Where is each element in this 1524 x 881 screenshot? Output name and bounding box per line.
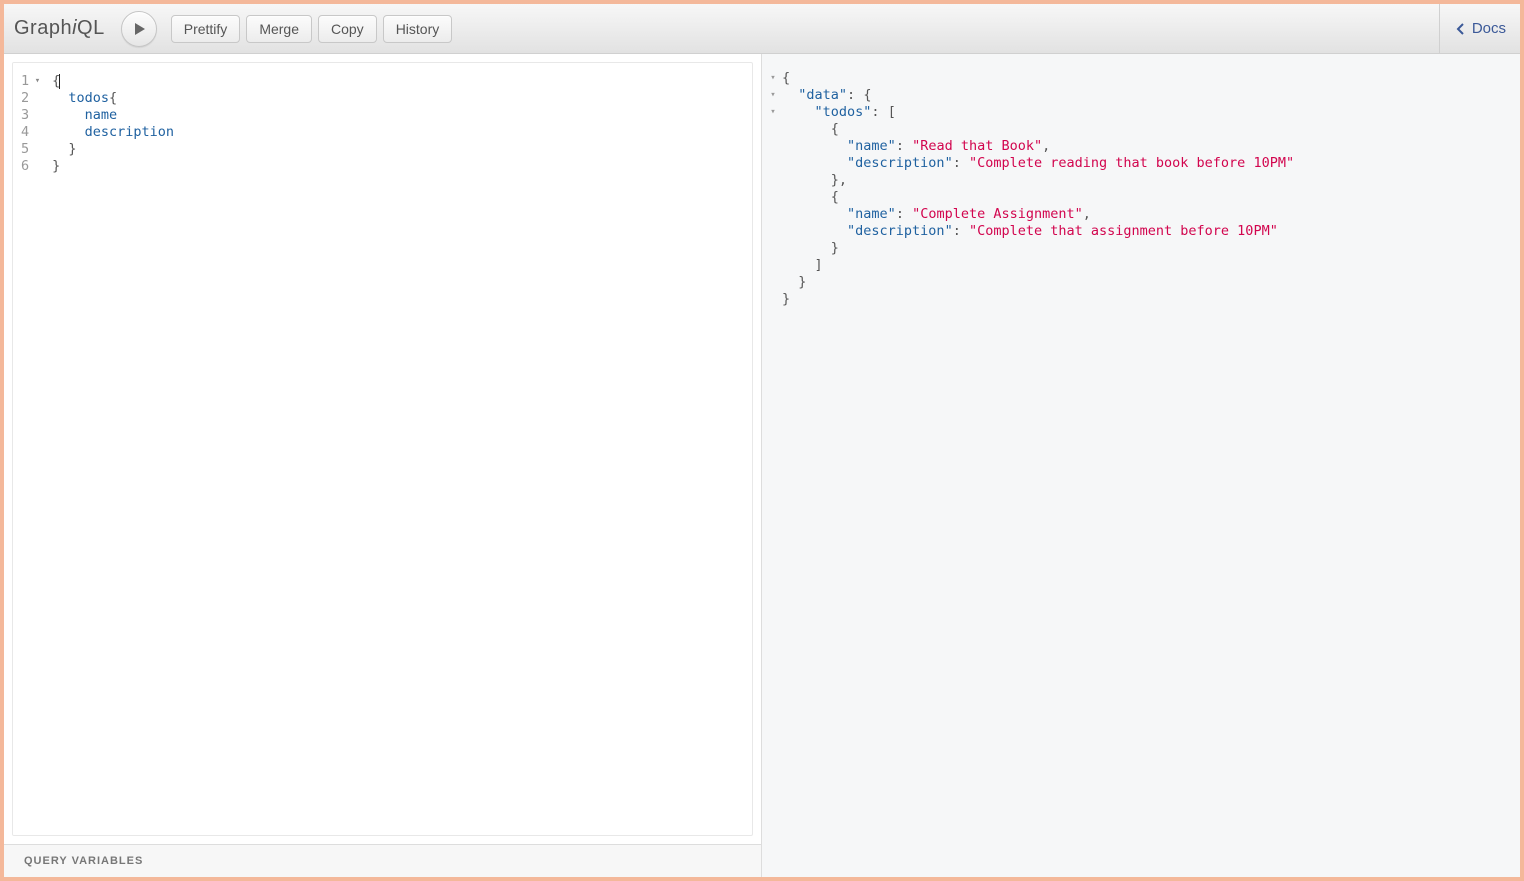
result-pane: ▾ ▾ ▾ { "data": { "todos": [ { "name": "… [762, 54, 1520, 877]
main-area: 1▾ 2 3 4 5 6 { todos{ name description }… [4, 54, 1520, 877]
code-token: : [896, 206, 912, 222]
copy-button[interactable]: Copy [318, 15, 377, 43]
query-code[interactable]: { todos{ name description } } [44, 63, 752, 835]
docs-label: Docs [1472, 20, 1506, 37]
line-number: 6 [21, 158, 29, 175]
code-token: "name" [847, 138, 896, 154]
code-token: { [109, 90, 117, 106]
code-token: } [52, 158, 60, 174]
code-token: : [953, 155, 969, 171]
code-token [782, 155, 847, 171]
toolbar: GraphiQL Prettify Merge Copy History Doc… [4, 4, 1520, 54]
code-token: { [863, 87, 871, 103]
fold-marker-icon[interactable]: ▾ [768, 104, 778, 121]
editor-pane: 1▾ 2 3 4 5 6 { todos{ name description }… [4, 54, 762, 877]
app-logo: GraphiQL [14, 17, 105, 40]
line-number: 4 [21, 124, 29, 141]
logo-text-pre: Graph [14, 17, 72, 39]
code-token: { [831, 121, 839, 137]
chevron-left-icon [1456, 22, 1466, 36]
code-token [782, 274, 798, 290]
code-token [52, 90, 68, 106]
code-token: "name" [847, 206, 896, 222]
code-token: : [953, 223, 969, 239]
prettify-button[interactable]: Prettify [171, 15, 241, 43]
code-token: "Complete reading that book before 10PM" [969, 155, 1294, 171]
line-number: 5 [21, 141, 29, 158]
code-token [52, 124, 85, 140]
code-token: description [85, 124, 174, 140]
result-fold-gutter: ▾ ▾ ▾ [762, 54, 780, 877]
code-token: name [85, 107, 118, 123]
code-token: , [839, 172, 847, 188]
code-token: "Read that Book" [912, 138, 1042, 154]
code-token: } [68, 141, 76, 157]
query-editor[interactable]: 1▾ 2 3 4 5 6 { todos{ name description }… [12, 62, 753, 836]
code-token [782, 172, 831, 188]
code-token: ] [815, 257, 823, 273]
code-token: } [798, 274, 806, 290]
result-code[interactable]: { "data": { "todos": [ { "name": "Read t… [780, 54, 1520, 877]
line-number: 2 [21, 90, 29, 107]
code-token: , [1042, 138, 1050, 154]
code-token: "Complete that assignment before 10PM" [969, 223, 1278, 239]
query-variables-bar[interactable]: QUERY VARIABLES [4, 844, 761, 877]
code-token [782, 121, 831, 137]
code-token: "Complete Assignment" [912, 206, 1083, 222]
code-token [782, 240, 831, 256]
docs-button[interactable]: Docs [1439, 4, 1520, 54]
code-token: } [782, 291, 790, 307]
code-token: , [1083, 206, 1091, 222]
code-token: } [831, 172, 839, 188]
code-token [782, 223, 847, 239]
code-token [782, 87, 798, 103]
code-token: "todos" [815, 104, 872, 120]
code-token [52, 141, 68, 157]
code-token: [ [888, 104, 896, 120]
code-token [782, 206, 847, 222]
code-token: : [896, 138, 912, 154]
history-button[interactable]: History [383, 15, 453, 43]
line-number: 3 [21, 107, 29, 124]
code-token: { [782, 70, 790, 86]
code-token: "description" [847, 155, 953, 171]
code-token: "description" [847, 223, 953, 239]
code-token [782, 138, 847, 154]
code-token: : [847, 87, 863, 103]
code-token [782, 189, 831, 205]
line-number-gutter: 1▾ 2 3 4 5 6 [13, 63, 44, 835]
code-token [782, 257, 815, 273]
line-number: 1 [21, 73, 29, 90]
code-token: { [831, 189, 839, 205]
execute-button[interactable] [121, 11, 157, 47]
logo-text-post: QL [77, 17, 105, 39]
code-token: } [831, 240, 839, 256]
code-token: todos [68, 90, 109, 106]
merge-button[interactable]: Merge [246, 15, 312, 43]
query-editor-wrap: 1▾ 2 3 4 5 6 { todos{ name description }… [4, 54, 761, 844]
text-cursor [59, 74, 60, 89]
fold-marker-icon[interactable]: ▾ [768, 70, 778, 87]
play-icon [133, 22, 147, 36]
code-token [782, 104, 815, 120]
code-token: : [871, 104, 887, 120]
fold-marker-icon[interactable]: ▾ [32, 73, 40, 90]
code-token [52, 107, 85, 123]
code-token: "data" [798, 87, 847, 103]
fold-marker-icon[interactable]: ▾ [768, 87, 778, 104]
